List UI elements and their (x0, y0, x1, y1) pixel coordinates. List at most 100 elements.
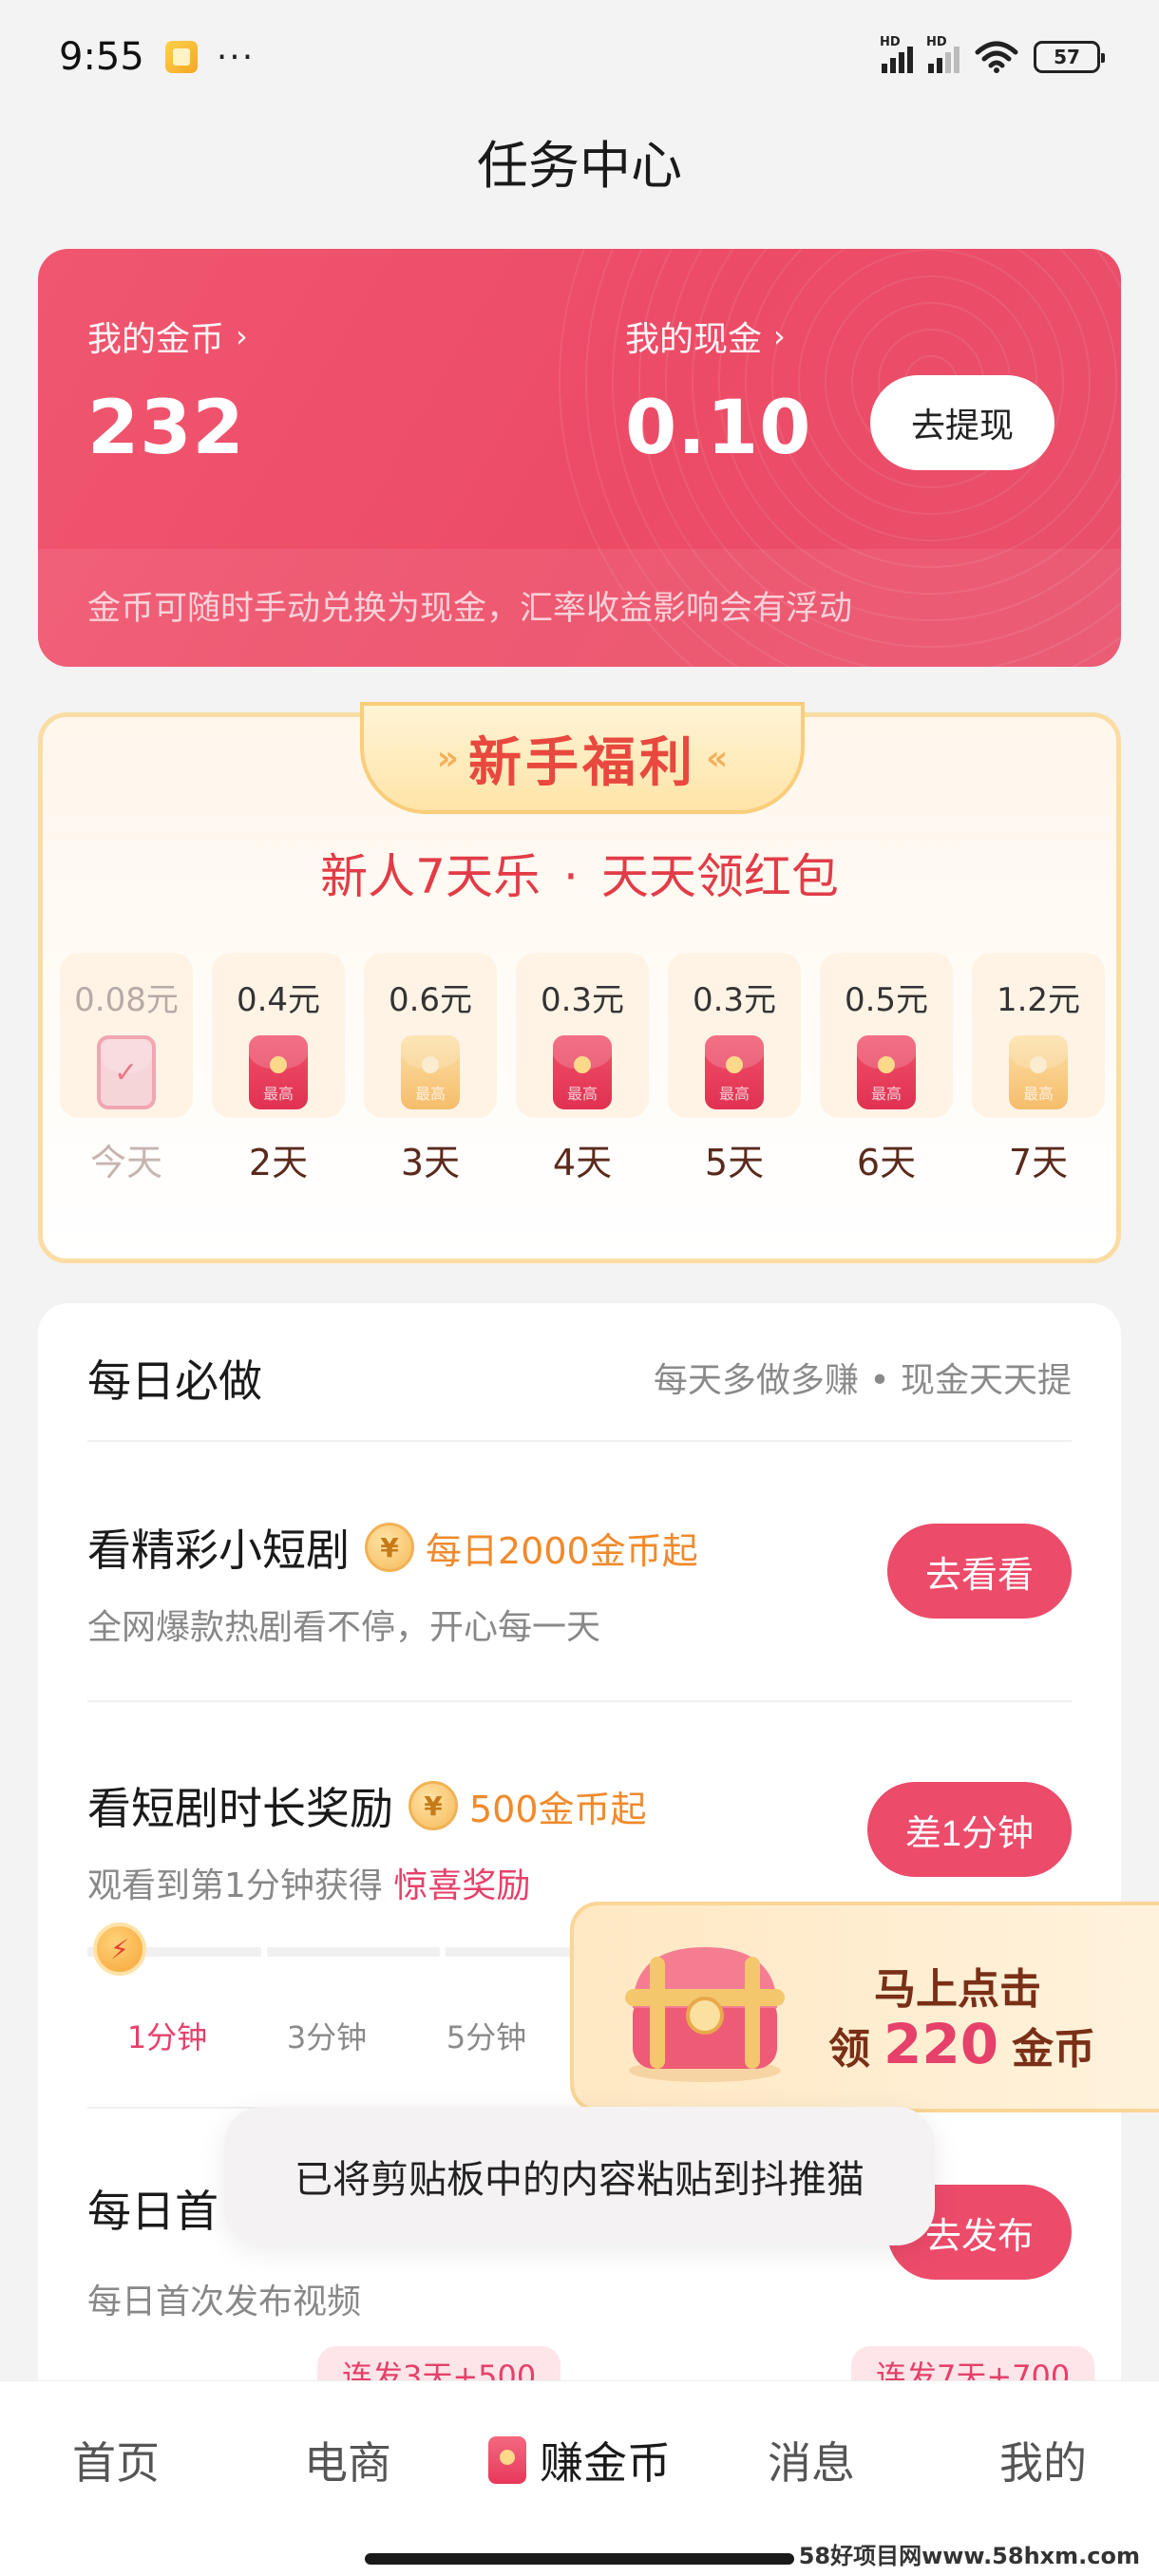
envelope-max-label: 最高 (566, 1085, 598, 1103)
task-watch-drama: 看精彩小短剧 ¥ 每日2000金币起 全网爆款热剧看不停，开心每一天 去看看 (87, 1516, 1072, 1649)
day-card: 0.3元最高 (516, 953, 649, 1118)
envelope-max-label: 最高 (1022, 1085, 1054, 1103)
nav-me[interactable]: 我的 (927, 2429, 1159, 2491)
day-card: 0.3元最高 (668, 953, 801, 1118)
chevron-right-icon: › (773, 318, 786, 354)
welfare-ribbon: » 新手福利 « (360, 702, 805, 814)
nav-earn-coins[interactable]: 赚金币 (464, 2429, 695, 2491)
task-title: 看精彩小短剧 (87, 1525, 350, 1576)
signal-icon-1: HD (880, 35, 913, 73)
wifi-icon (975, 41, 1018, 73)
progress-label: 3分钟 (286, 2019, 368, 2055)
divider (87, 1700, 1072, 1702)
red-envelope-icon (488, 2436, 526, 2484)
ribbon-deco-icon: » (436, 738, 459, 778)
watch-now-button[interactable]: 去看看 (886, 1524, 1072, 1619)
day-card: 0.08元 ✓ (60, 953, 193, 1118)
nav-home-label: 首页 (72, 2437, 160, 2489)
day-amount: 0.4元 (236, 981, 321, 1019)
hd-label: HD (926, 35, 947, 49)
daily-tasks-header: 每日必做 每天多做多赚 • 现金天天提 (87, 1347, 1072, 1442)
day-amount: 0.08元 (74, 981, 179, 1019)
nav-home[interactable]: 首页 (0, 2429, 232, 2491)
day-label: 今天 (89, 1142, 162, 1184)
notification-app-icon (164, 41, 198, 73)
day-item[interactable]: 0.5元最高 6天 (820, 953, 953, 1185)
bottom-nav: 首页 电商 赚金币 消息 我的 58好项目网www.58hxm.com (0, 2380, 1159, 2576)
more-notifications-icon: ··· (216, 37, 256, 77)
watermark: 58好项目网www.58hxm.com (798, 2543, 1140, 2569)
red-envelope-icon: 最高 (553, 1035, 612, 1109)
red-envelope-icon: ✓ (97, 1035, 156, 1109)
promo-suffix: 金币 (1012, 2025, 1096, 2074)
day-item[interactable]: 0.3元 最高 4天 (516, 953, 649, 1185)
day-item[interactable]: 0.3元 最高 5天 (668, 953, 801, 1185)
task-watch-duration: 看短剧时长奖励 ¥ 500金币起 观看到第1分钟获得 惊喜奖励 差1分钟 (87, 1774, 1072, 1907)
my-coins-label: 我的金币 (87, 320, 225, 359)
day-item[interactable]: 0.6元 最高 3天 (364, 953, 497, 1185)
day-label: 6天 (856, 1142, 917, 1184)
day-amount: 0.5元 (844, 981, 929, 1019)
welfare-subtitle-left: 新人7天乐 (320, 849, 541, 904)
promo-line2: 领 220 金币 (828, 2012, 1095, 2076)
exchange-note: 金币可随时手动兑换为现金，汇率收益影响会有浮动 (38, 549, 1121, 667)
watch-progress-bar (87, 1947, 620, 1957)
my-cash-label: 我的现金 (625, 320, 763, 359)
day-item[interactable]: 0.08元 ✓ 今天 (60, 953, 193, 1185)
envelope-max-label: 最高 (262, 1085, 294, 1103)
day-item[interactable]: 1.2元 最高 7天 (972, 953, 1105, 1185)
check-icon: ✓ (114, 1056, 139, 1089)
day-amount: 0.3元 (540, 981, 625, 1019)
withdraw-button[interactable]: 去提现 (870, 375, 1054, 470)
red-envelope-icon: 最高 (401, 1035, 460, 1109)
task-reward: 每日2000金币起 (426, 1529, 698, 1572)
envelope-max-label: 最高 (870, 1085, 902, 1103)
status-time: 9:55 (59, 35, 144, 79)
daily-tasks-title: 每日必做 (87, 1355, 262, 1407)
task-desc: 每日首次发布视频 (87, 2282, 362, 2321)
task-title: 每日首 (87, 2186, 218, 2237)
progress-label: 5分钟 (446, 2019, 527, 2055)
minutes-left-button[interactable]: 差1分钟 (866, 1782, 1072, 1877)
nav-earn-coins-label: 赚金币 (540, 2437, 671, 2489)
day-card: 0.4元最高 (212, 953, 345, 1118)
progress-label: 1分钟 (126, 2019, 208, 2055)
task-desc-text: 观看到第1分钟获得 (87, 1866, 383, 1905)
promo-prefix: 领 (828, 2025, 870, 2074)
progress-labels: 1分钟 3分钟 5分钟 (87, 2014, 566, 2057)
task-reward: 500金币起 (469, 1788, 647, 1830)
day-item[interactable]: 0.4元最高 2天 (212, 953, 345, 1185)
daily-tasks-hint: 每天多做多赚 • 现金天天提 (653, 1361, 1072, 1400)
my-cash-value: 0.10 (625, 386, 812, 471)
my-coins[interactable]: 我的金币 › 232 (87, 312, 248, 471)
nav-me-label: 我的 (999, 2437, 1087, 2489)
nav-ecommerce-label: 电商 (304, 2437, 391, 2489)
treasure-chest-icon (625, 1947, 785, 2082)
my-cash[interactable]: 我的现金 › 0.10 (625, 312, 811, 471)
day-label: 2天 (248, 1142, 309, 1184)
my-coins-value: 232 (87, 386, 245, 471)
nav-messages-label: 消息 (768, 2437, 855, 2489)
promo-amount: 220 (884, 2012, 999, 2076)
day-label: 3天 (400, 1142, 461, 1184)
day-card: 0.5元最高 (820, 953, 953, 1118)
welfare-subtitle: 新人7天乐 · 天天领红包 (43, 839, 1116, 907)
task-desc-highlight: 惊喜奖励 (393, 1866, 531, 1905)
hd-label: HD (880, 35, 901, 49)
red-envelope-icon: 最高 (705, 1035, 764, 1109)
red-envelope-icon: 最高 (249, 1035, 308, 1109)
signal-icon-2: HD (926, 35, 960, 73)
promo-line1: 马上点击 (874, 1965, 1041, 2014)
day-card: 0.6元 最高 (364, 953, 497, 1118)
chevron-right-icon: › (236, 318, 248, 354)
balance-card: 我的金币 › 232 我的现金 › 0.10 去提现 金币可随时手动兑换为现金，… (38, 249, 1121, 667)
nav-ecommerce[interactable]: 电商 (232, 2429, 464, 2491)
red-envelope-icon: 最高 (857, 1035, 916, 1109)
nav-messages[interactable]: 消息 (695, 2429, 927, 2491)
red-envelope-icon: 最高 (1009, 1035, 1068, 1109)
day-amount: 0.3元 (692, 981, 777, 1019)
welfare-subtitle-right: 天天领红包 (600, 849, 839, 904)
home-indicator[interactable] (365, 2553, 794, 2565)
newbie-welfare-card: » 新手福利 « 新人7天乐 · 天天领红包 0.08元 ✓ 今天 0.4元最高 2天 0.6… (38, 702, 1121, 1263)
claim-coins-promo[interactable]: 马上点击 领 220 金币 (570, 1902, 1159, 2112)
